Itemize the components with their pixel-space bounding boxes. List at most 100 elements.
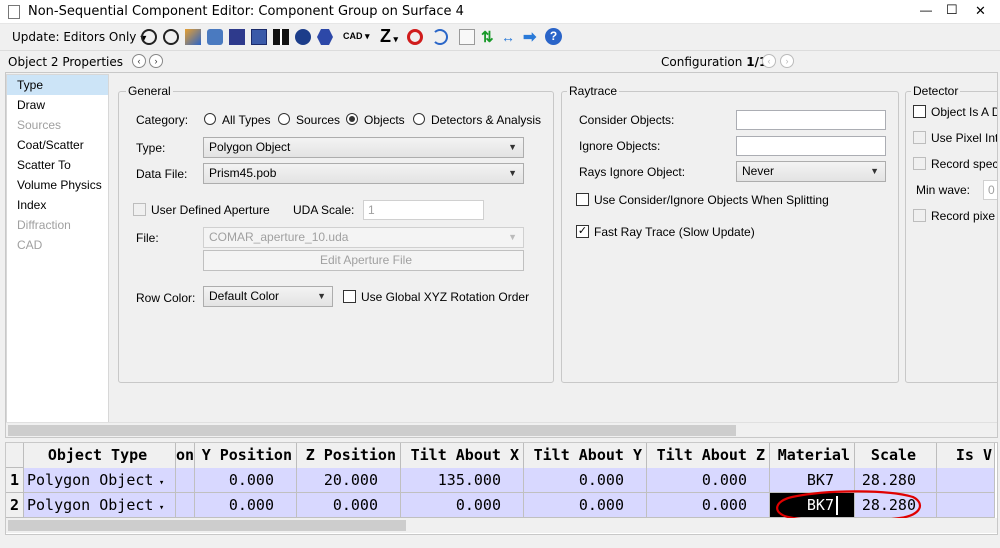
row-number[interactable]: 2 <box>6 493 24 518</box>
y-position-cell[interactable]: 0.000 <box>195 468 297 493</box>
object-type-cell[interactable]: Polygon Object ▾ <box>24 493 176 518</box>
prev-config-button[interactable]: ‹ <box>762 54 776 68</box>
chevron-down-icon: ▼ <box>508 232 517 242</box>
uda-checkbox <box>133 203 146 216</box>
z-position-cell[interactable]: 0.000 <box>297 493 401 518</box>
rays-ignore-value: Never <box>742 164 775 178</box>
fast-ray-checkbox[interactable]: ✓ <box>576 225 589 238</box>
header-tilt-z[interactable]: Tilt About Z <box>647 443 770 468</box>
tilt-z-cell[interactable]: 0.000 <box>647 493 770 518</box>
header-tilt-x[interactable]: Tilt About X <box>401 443 524 468</box>
reload-icon[interactable] <box>141 29 157 45</box>
cad-label: CAD <box>343 31 363 41</box>
row-number[interactable]: 1 <box>6 468 24 493</box>
radio-detectors[interactable] <box>413 113 425 125</box>
grid-scrollbar[interactable] <box>6 518 997 533</box>
hexagon-icon[interactable] <box>317 29 333 45</box>
header-is-volume[interactable]: Is V <box>937 443 995 468</box>
update-dropdown[interactable]: Update: Editors Only ▼ <box>12 30 146 44</box>
x-position-cell[interactable] <box>176 468 195 493</box>
sidebar-item-volume-physics[interactable]: Volume Physics <box>7 175 108 195</box>
object-type-cell[interactable]: Polygon Object ▾ <box>24 468 176 493</box>
sidebar-item-coat-scatter[interactable]: Coat/Scatter <box>7 135 108 155</box>
file-label: File: <box>136 231 159 245</box>
is-volume-cell[interactable] <box>937 468 995 493</box>
z-position-cell[interactable]: 20.000 <box>297 468 401 493</box>
box-icon[interactable] <box>251 29 267 45</box>
global-xyz-checkbox[interactable] <box>343 290 356 303</box>
tilt-z-cell[interactable]: 0.000 <box>647 468 770 493</box>
datafile-select[interactable]: Prism45.pob ▼ <box>203 163 524 184</box>
ignore-input[interactable] <box>736 136 886 156</box>
next-config-button[interactable]: › <box>780 54 794 68</box>
shaded-icon[interactable] <box>207 29 223 45</box>
type-label: Type: <box>136 141 166 155</box>
expand-icon[interactable]: ↔ <box>501 29 515 45</box>
general-legend: General <box>126 84 173 98</box>
refresh-all-icon[interactable] <box>163 29 179 45</box>
header-z-position[interactable]: Z Position <box>297 443 401 468</box>
radio-all-types[interactable] <box>204 113 216 125</box>
properties-scrollbar[interactable] <box>6 422 997 437</box>
page-icon[interactable] <box>459 29 475 45</box>
grid-icon[interactable] <box>273 29 289 45</box>
update-label: Update: Editors Only <box>12 30 137 44</box>
header-y-position[interactable]: Y Position <box>195 443 297 468</box>
minimize-button[interactable]: — <box>920 3 932 17</box>
row-color-label: Row Color: <box>136 291 196 305</box>
toolbar: Update: Editors Only ▼ CAD ▾ Z ▾ ⇅ ↔ ➡ ? <box>0 24 1000 51</box>
obj-is-checkbox[interactable] <box>913 105 926 118</box>
help-icon[interactable]: ? <box>545 28 562 45</box>
sources-label: Sources <box>296 113 341 127</box>
next-object-button[interactable]: › <box>149 54 163 68</box>
header-scale[interactable]: Scale <box>855 443 937 468</box>
header-material[interactable]: Material <box>770 443 855 468</box>
sidebar-item-diffraction: Diffraction <box>17 218 71 232</box>
cad-dropdown[interactable]: CAD ▾ <box>343 31 370 42</box>
swap-icon[interactable]: ⇅ <box>481 28 494 46</box>
uda-label: User Defined Aperture <box>151 203 270 217</box>
prev-object-button[interactable]: ‹ <box>132 54 146 68</box>
tilt-x-cell[interactable]: 0.000 <box>401 493 524 518</box>
min-wave-label: Min wave: <box>916 183 971 197</box>
chevron-down-icon: ▼ <box>317 291 326 301</box>
properties-scroll-thumb[interactable] <box>8 425 736 436</box>
arrow-right-icon[interactable]: ➡ <box>523 27 536 47</box>
header-tilt-y[interactable]: Tilt About Y <box>524 443 647 468</box>
x-position-cell[interactable] <box>176 493 195 518</box>
edit-aperture-button: Edit Aperture File <box>203 250 524 271</box>
close-button[interactable]: ✕ <box>975 3 986 19</box>
row-color-select[interactable]: Default Color ▼ <box>203 286 333 307</box>
sidebar-item-index[interactable]: Index <box>7 195 108 215</box>
chevron-down-icon: ▼ <box>870 166 879 176</box>
chevron-down-icon: ▾ <box>153 503 165 513</box>
file-value: COMAR_aperture_10.uda <box>209 230 349 244</box>
sidebar-item-scatter-to[interactable]: Scatter To <box>7 155 108 175</box>
cube-icon[interactable] <box>229 29 245 45</box>
record-spec-label: Record spec <box>931 157 997 171</box>
radio-sources[interactable] <box>278 113 290 125</box>
header-x-position[interactable]: on <box>176 443 195 468</box>
is-volume-cell[interactable] <box>937 493 995 518</box>
datafile-label: Data File: <box>136 167 188 181</box>
rays-ignore-select[interactable]: Never ▼ <box>736 161 886 182</box>
type-select[interactable]: Polygon Object ▼ <box>203 137 524 158</box>
tilt-y-cell[interactable]: 0.000 <box>524 493 647 518</box>
use-pixel-label: Use Pixel Int <box>931 131 997 145</box>
sidebar-item-type[interactable]: Type <box>7 75 108 95</box>
sidebar-item-draw[interactable]: Draw <box>7 95 108 115</box>
grid-scroll-thumb[interactable] <box>8 520 406 531</box>
maximize-button[interactable]: ☐ <box>946 2 958 18</box>
redo-icon[interactable] <box>432 29 448 45</box>
tilt-x-cell[interactable]: 135.000 <box>401 468 524 493</box>
circles-icon[interactable] <box>295 29 311 45</box>
tilt-y-cell[interactable]: 0.000 <box>524 468 647 493</box>
ignore-icon[interactable] <box>407 29 423 45</box>
header-object-type[interactable]: Object Type <box>24 443 176 468</box>
consider-input[interactable] <box>736 110 886 130</box>
z-dropdown[interactable]: Z ▾ <box>380 26 398 47</box>
radio-objects[interactable] <box>346 113 358 125</box>
y-position-cell[interactable]: 0.000 <box>195 493 297 518</box>
use-consider-checkbox[interactable] <box>576 193 589 206</box>
layout-icon[interactable] <box>185 29 201 45</box>
